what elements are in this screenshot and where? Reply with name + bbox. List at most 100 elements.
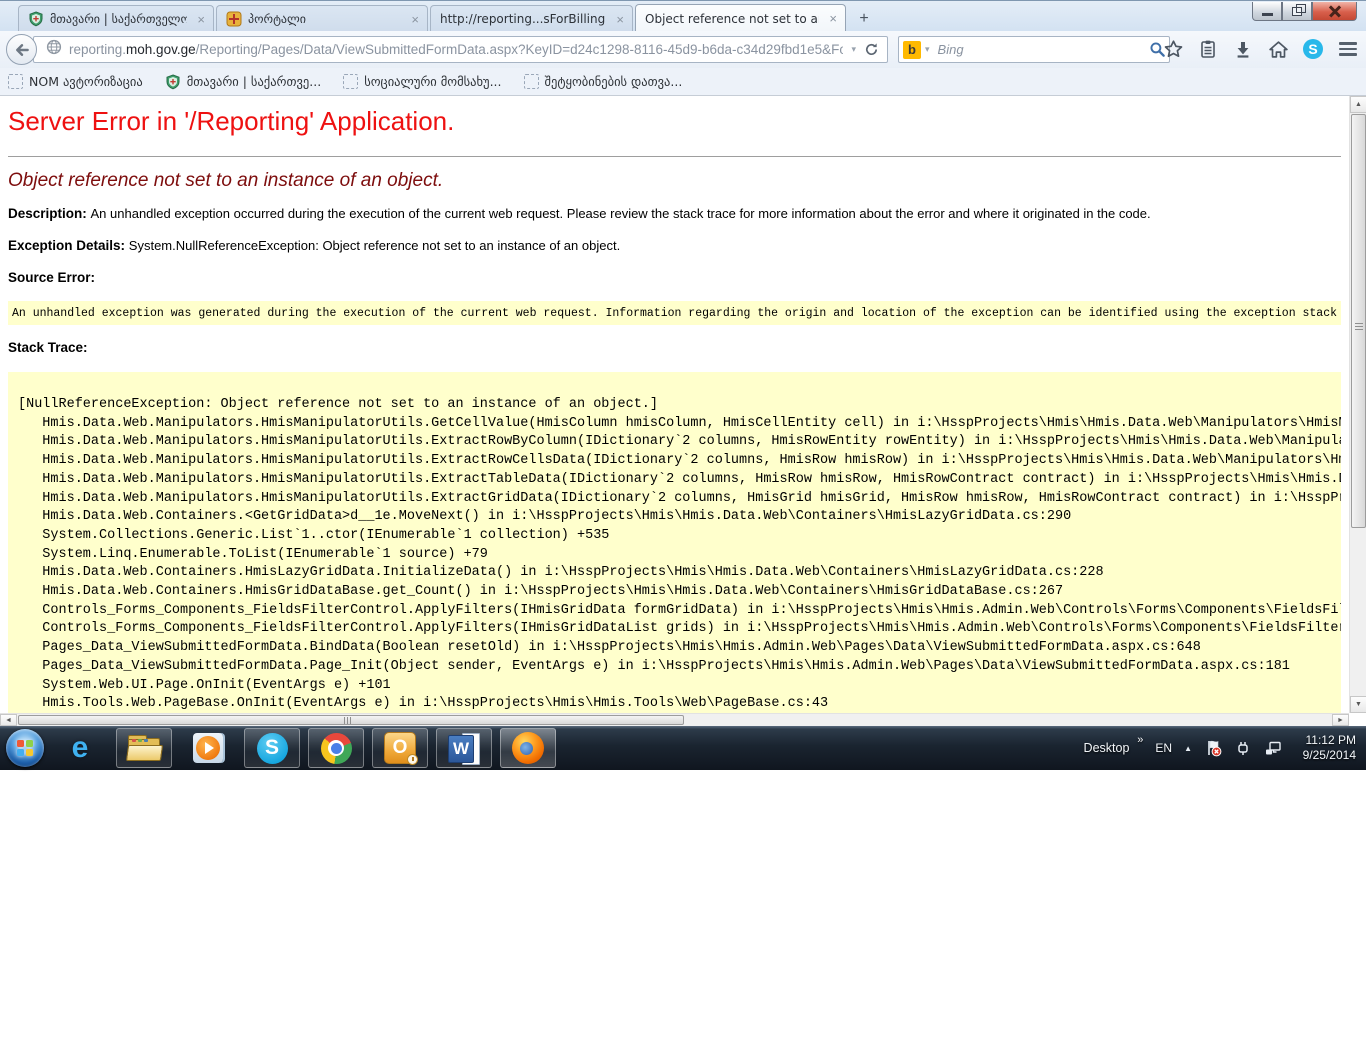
scroll-grip: [1355, 323, 1363, 331]
start-button[interactable]: [6, 729, 44, 767]
tab-close-icon[interactable]: ×: [407, 13, 419, 26]
bookmarks-menu-icon[interactable]: [1196, 37, 1220, 61]
vertical-scroll-thumb[interactable]: [1351, 114, 1366, 528]
windows-explorer-icon: [127, 735, 161, 761]
taskbar-chrome[interactable]: [308, 728, 364, 768]
hidden-icons-chevron-icon[interactable]: ▲: [1184, 744, 1192, 753]
downloads-icon[interactable]: [1231, 37, 1255, 61]
bookmark-mtavari[interactable]: მთავარი | საქართვე...: [165, 74, 322, 90]
firefox-window: მთავარი | საქართველოს ... × პორტალი × ht…: [0, 0, 1366, 726]
tab-close-icon[interactable]: ×: [193, 13, 205, 26]
tray-clock[interactable]: 11:12 PM 9/25/2014: [1294, 733, 1356, 763]
tab-close-icon[interactable]: ×: [825, 12, 837, 25]
scroll-right-icon[interactable]: ►: [1332, 714, 1349, 726]
taskbar-apps: e S O W: [6, 726, 556, 770]
default-favicon-icon: [8, 74, 23, 89]
shield-favicon-icon: [165, 74, 181, 90]
exception-details-text: System.NullReferenceException: Object re…: [129, 238, 620, 253]
stack-trace-box: [NullReferenceException: Object referenc…: [8, 372, 1341, 713]
bookmark-label: სოციალური მომსახუ...: [364, 74, 501, 89]
error-page: Server Error in '/Reporting' Application…: [0, 96, 1349, 713]
tab-reporting-billing[interactable]: http://reporting...sForBilling.aspx ×: [430, 5, 633, 32]
word-icon: W: [448, 733, 480, 763]
power-plug-icon[interactable]: [1234, 739, 1252, 757]
description-label: Description:: [8, 206, 91, 221]
taskbar-windows-explorer[interactable]: [116, 728, 172, 768]
error-subtitle: Object reference not set to an instance …: [8, 170, 443, 192]
source-error-heading: Source Error:: [8, 270, 1339, 285]
taskbar-firefox[interactable]: [500, 728, 556, 768]
tab-mtavari[interactable]: მთავარი | საქართველოს ... ×: [18, 5, 214, 32]
taskbar-outlook[interactable]: O: [372, 728, 428, 768]
taskbar-skype[interactable]: S: [244, 728, 300, 768]
taskbar: e S O W Desktop» EN ▲: [0, 726, 1366, 770]
scroll-left-icon[interactable]: ◄: [0, 714, 17, 726]
url-domain: moh.gov.ge: [126, 42, 196, 57]
restore-button[interactable]: [1282, 2, 1312, 21]
tab-label: პორტალი: [248, 12, 306, 26]
globe-icon: [46, 39, 62, 60]
media-player-icon: [193, 733, 223, 763]
bookmark-star-icon[interactable]: [1161, 37, 1185, 61]
stack-trace-text: [NullReferenceException: Object referenc…: [8, 372, 1341, 713]
bing-icon: b: [903, 41, 921, 59]
url-bar[interactable]: reporting.moh.gov.ge/Reporting/Pages/Dat…: [33, 36, 888, 63]
back-button[interactable]: [6, 34, 37, 65]
new-tab-button[interactable]: +: [851, 7, 877, 31]
back-arrow-icon: [13, 41, 31, 59]
tab-close-icon[interactable]: ×: [612, 13, 624, 26]
url-path: /Reporting/Pages/Data/ViewSubmittedFormD…: [196, 42, 844, 57]
firefox-icon: [512, 732, 544, 764]
url-dropdown-icon[interactable]: ▾: [851, 44, 856, 55]
language-indicator[interactable]: EN: [1155, 741, 1172, 755]
minimize-button[interactable]: [1252, 2, 1282, 21]
source-error-box: An unhandled exception was generated dur…: [8, 301, 1341, 325]
taskbar-media-player[interactable]: [180, 728, 236, 768]
stack-trace-heading: Stack Trace:: [8, 340, 1339, 355]
reload-icon[interactable]: [864, 42, 879, 57]
internet-explorer-icon: e: [72, 733, 89, 763]
network-icon[interactable]: [1264, 739, 1282, 757]
chevron-icon[interactable]: »: [1137, 734, 1143, 746]
horizontal-scrollbar[interactable]: ◄ ►: [0, 713, 1349, 726]
windows-logo-icon: [17, 740, 33, 756]
tab-label: Object reference not set to an i...: [645, 12, 819, 26]
bookmark-label: შეტყობინების დათვა...: [545, 74, 683, 89]
bookmark-label: მთავარი | საქართვე...: [187, 74, 322, 89]
vertical-scrollbar[interactable]: ▲ ▼: [1349, 96, 1366, 713]
taskbar-word[interactable]: W: [436, 728, 492, 768]
search-engine-dropdown-icon[interactable]: ▾: [925, 44, 930, 55]
tab-object-reference-error[interactable]: Object reference not set to an i... ×: [635, 4, 846, 32]
tab-portali[interactable]: პორტალი ×: [216, 5, 428, 32]
url-subdomain: reporting.: [69, 42, 126, 57]
tray-time: 11:12 PM: [1306, 733, 1356, 747]
browser-titlebar: მთავარი | საქართველოს ... × პორტალი × ht…: [0, 0, 1366, 31]
exception-details-line: Exception Details: System.NullReferenceE…: [8, 238, 1339, 253]
bookmarks-toolbar: NOM ავტორიზაცია მთავარი | საქართვე... სო…: [0, 68, 1366, 96]
skype-toolbar-icon[interactable]: S: [1301, 37, 1325, 61]
default-favicon-icon: [343, 74, 358, 89]
taskbar-internet-explorer[interactable]: e: [52, 728, 108, 768]
search-bar[interactable]: b ▾ Bing: [898, 36, 1170, 63]
scroll-grip: [344, 717, 352, 724]
minimize-icon: [1262, 13, 1273, 16]
exception-details-label: Exception Details:: [8, 238, 129, 253]
bookmark-nom-authorization[interactable]: NOM ავტორიზაცია: [8, 74, 143, 89]
search-input[interactable]: Bing: [938, 42, 1145, 57]
desktop-toolbar[interactable]: Desktop»: [1084, 741, 1144, 755]
action-center-flag-icon[interactable]: [1204, 739, 1222, 757]
url-text: reporting.moh.gov.ge/Reporting/Pages/Dat…: [69, 42, 843, 57]
bookmark-social-services[interactable]: სოციალური მომსახუ...: [343, 74, 501, 89]
default-favicon-icon: [524, 74, 539, 89]
close-icon: [1329, 5, 1341, 17]
close-button[interactable]: [1312, 2, 1357, 21]
scroll-down-icon[interactable]: ▼: [1350, 696, 1366, 713]
home-icon[interactable]: [1266, 37, 1290, 61]
description-text: An unhandled exception occurred during t…: [91, 206, 1151, 221]
menu-hamburger-icon[interactable]: [1336, 37, 1360, 61]
horizontal-scroll-thumb[interactable]: [18, 715, 684, 725]
bookmark-label: NOM ავტორიზაცია: [29, 74, 143, 89]
chrome-icon: [321, 733, 352, 764]
bookmark-notifications[interactable]: შეტყობინების დათვა...: [524, 74, 683, 89]
scroll-up-icon[interactable]: ▲: [1350, 96, 1366, 113]
